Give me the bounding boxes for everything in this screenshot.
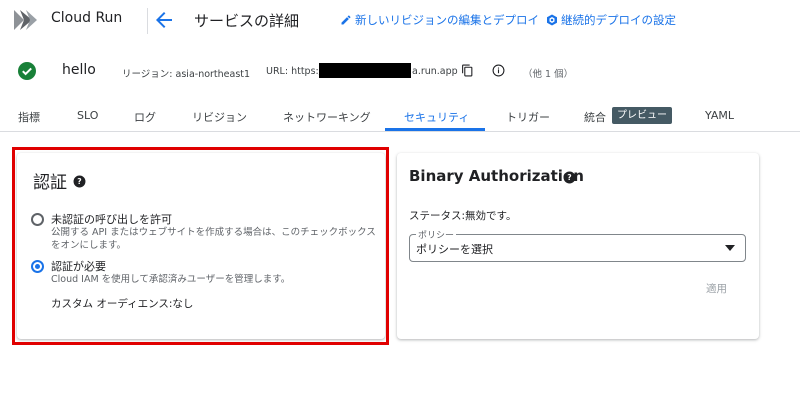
require-authentication-radio[interactable]: [31, 260, 44, 273]
allow-unauthenticated-radio[interactable]: [31, 213, 44, 226]
chevron-down-icon[interactable]: [725, 244, 735, 252]
redacted-url: [319, 63, 411, 78]
active-tab-indicator: [385, 128, 485, 131]
require-authentication-label[interactable]: 認証が必要: [51, 258, 106, 274]
pencil-icon: [341, 15, 351, 25]
deploy-icon: [547, 14, 557, 26]
svg-text:?: ?: [567, 173, 571, 182]
binary-auth-status: ステータス:無効です。: [409, 210, 517, 222]
continuous-deploy-label: 継続的デプロイの設定: [561, 13, 676, 27]
tab-revisions[interactable]: リビジョン: [192, 109, 247, 125]
svg-text:?: ?: [77, 177, 81, 186]
tab-networking[interactable]: ネットワーキング: [283, 109, 371, 125]
other-urls-count[interactable]: （他 1 個）: [523, 66, 573, 80]
service-name: hello: [62, 62, 96, 78]
require-authentication-description: Cloud IAM を使用して承認済みユーザーを管理します。: [51, 274, 291, 285]
edit-deploy-revision-button[interactable]: 新しいリビジョンの編集とデプロイ: [340, 12, 539, 28]
allow-unauthenticated-label[interactable]: 未認証の呼び出しを許可: [51, 211, 172, 227]
preview-badge: プレビュー: [612, 107, 672, 124]
page-title: サービスの詳細: [194, 12, 300, 30]
url-label: URL: https://: [266, 66, 326, 77]
tab-yaml[interactable]: YAML: [705, 109, 734, 122]
top-bar: Cloud Run サービスの詳細 新しいリビジョンの編集とデプロイ 継続的デプ…: [0, 0, 800, 40]
help-icon[interactable]: ?: [73, 175, 86, 188]
tab-slo[interactable]: SLO: [77, 109, 98, 122]
allow-unauthenticated-description: 公開する API またはウェブサイトを作成する場合は、このチェックボックスをオン…: [51, 227, 376, 251]
apply-button[interactable]: 適用: [706, 281, 727, 296]
service-region: リージョン: asia-northeast1: [122, 69, 251, 80]
tab-integrations[interactable]: 統合: [584, 109, 606, 125]
tab-triggers[interactable]: トリガー: [506, 109, 550, 125]
detail-tabs: 指標 SLO ログ リビジョン ネットワーキング セキュリティ トリガー 統合 …: [0, 100, 800, 132]
auth-title: 認証: [33, 173, 67, 193]
tab-metrics[interactable]: 指標: [18, 109, 40, 125]
status-check-icon: [18, 62, 36, 80]
cloud-run-logo-icon[interactable]: [12, 8, 38, 32]
continuous-deploy-button[interactable]: 継続的デプロイの設定: [546, 12, 676, 28]
tab-logs[interactable]: ログ: [134, 109, 156, 125]
policy-field-label: ポリシー: [416, 228, 457, 241]
copy-icon[interactable]: [461, 64, 474, 77]
edit-deploy-label: 新しいリビジョンの編集とデプロイ: [355, 13, 539, 27]
binary-auth-title: Binary Authorization: [409, 167, 584, 185]
tab-security[interactable]: セキュリティ: [404, 109, 469, 125]
service-summary: hello リージョン: asia-northeast1 URL: https:…: [0, 56, 800, 88]
back-arrow-icon[interactable]: [152, 8, 176, 32]
help-icon[interactable]: ?: [563, 171, 576, 184]
custom-audience: カスタム オーディエンス:なし: [51, 298, 194, 310]
url-suffix[interactable]: a.run.app: [412, 66, 458, 77]
product-name[interactable]: Cloud Run: [51, 10, 122, 26]
header-divider: [147, 8, 148, 34]
policy-selected-value[interactable]: ポリシーを選択: [416, 241, 493, 257]
info-icon[interactable]: [492, 64, 505, 77]
